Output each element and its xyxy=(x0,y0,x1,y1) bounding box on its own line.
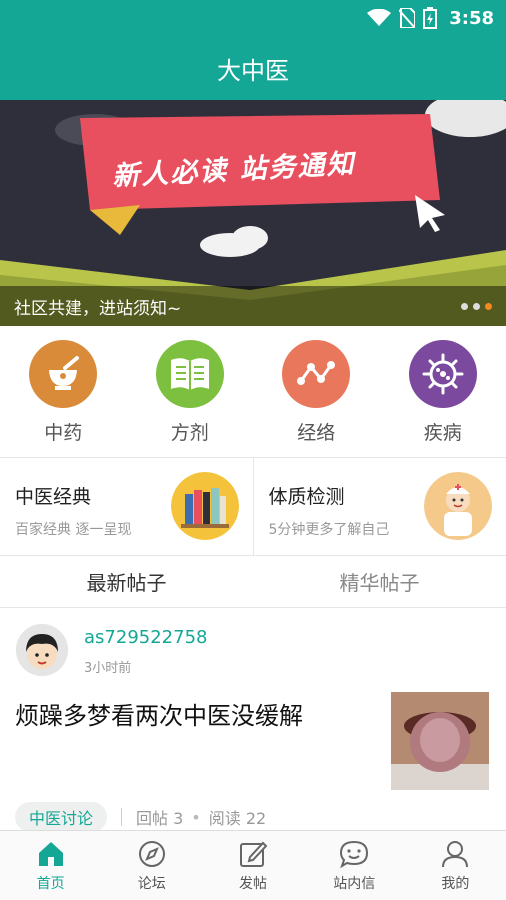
category-label: 疾病 xyxy=(423,422,462,444)
book-icon xyxy=(155,340,224,408)
category-herbs[interactable]: 中药 xyxy=(0,326,127,457)
post-thumbnail[interactable] xyxy=(391,692,489,790)
post-item[interactable]: as729522758 3小时前 烦躁多梦看两次中医没缓解 中医讨论 回帖 3 … xyxy=(0,608,506,832)
category-label: 中药 xyxy=(44,422,83,444)
wifi-icon xyxy=(367,9,392,26)
category-diseases[interactable]: 疾病 xyxy=(380,326,506,457)
post-title[interactable]: 烦躁多梦看两次中医没缓解 xyxy=(15,696,303,731)
category-label: 经络 xyxy=(297,422,336,444)
app-bar: 大中医 xyxy=(0,36,506,100)
nav-home[interactable]: 首页 xyxy=(0,831,101,900)
status-bar: 3:58 xyxy=(0,0,506,36)
tab-latest-posts[interactable]: 最新帖子 xyxy=(0,556,253,607)
post-time: 3小时前 xyxy=(84,661,132,676)
post-replies: 回帖 3 xyxy=(136,809,184,828)
post-author[interactable]: as729522758 xyxy=(84,627,207,648)
nav-label: 我的 xyxy=(441,876,470,892)
category-label: 方剂 xyxy=(170,422,209,444)
feature-classics-card[interactable]: 中医经典 百家经典 逐一呈现 xyxy=(0,458,253,555)
carousel-dot-active[interactable] xyxy=(485,302,492,310)
nav-label: 站内信 xyxy=(333,876,376,892)
mortar-icon xyxy=(29,340,98,408)
profile-icon xyxy=(442,841,469,868)
nav-forum[interactable]: 论坛 xyxy=(101,831,202,900)
category-prescriptions[interactable]: 方剂 xyxy=(127,326,254,457)
banner-caption: 社区共建，进站须知~ xyxy=(14,298,182,319)
no-sim-icon xyxy=(399,8,416,28)
nav-profile[interactable]: 我的 xyxy=(405,831,506,900)
post-reads: 阅读 22 xyxy=(208,809,267,828)
carousel-dot[interactable] xyxy=(473,302,480,310)
page-title: 大中医 xyxy=(217,56,289,85)
feature-row: 中医经典 百家经典 逐一呈现 体质检测 5分钟更多了解自己 xyxy=(0,458,506,556)
tab-featured-posts[interactable]: 精华帖子 xyxy=(253,556,506,607)
post-meta: 中医讨论 回帖 3 • 阅读 22 xyxy=(15,802,266,832)
banner-caption-bar: 社区共建，进站须知~ xyxy=(0,286,506,326)
status-time: 3:58 xyxy=(449,7,494,29)
compose-icon xyxy=(240,841,268,867)
carousel-dots xyxy=(461,302,492,310)
nav-compose[interactable]: 发帖 xyxy=(202,831,303,900)
nav-label: 首页 xyxy=(36,876,65,892)
meta-divider xyxy=(121,808,123,826)
post-tabs: 最新帖子 精华帖子 xyxy=(0,556,506,608)
bottom-nav: 首页 论坛 发帖 站内信 我的 xyxy=(0,830,506,900)
compass-icon xyxy=(138,841,165,867)
message-icon xyxy=(340,840,369,869)
books-icon xyxy=(170,472,239,540)
feature-constitution-card[interactable]: 体质检测 5分钟更多了解自己 xyxy=(252,458,506,555)
carousel-dot[interactable] xyxy=(461,302,468,310)
avatar[interactable] xyxy=(16,624,68,676)
post-tag[interactable]: 中医讨论 xyxy=(15,802,108,832)
category-meridians[interactable]: 经络 xyxy=(253,326,380,457)
nav-label: 论坛 xyxy=(137,876,166,892)
banner-carousel[interactable]: 新人必读 站务通知 社区共建，进站须知~ xyxy=(0,100,506,326)
battery-charging-icon xyxy=(423,7,438,29)
doctor-icon xyxy=(424,472,492,540)
home-icon xyxy=(38,842,63,866)
category-grid: 中药 方剂 经络 疾病 xyxy=(0,326,506,458)
meta-bullet: • xyxy=(191,807,201,827)
meridian-icon xyxy=(282,340,351,408)
nav-label: 发帖 xyxy=(239,876,267,892)
nav-messages[interactable]: 站内信 xyxy=(304,831,405,900)
virus-icon xyxy=(408,340,477,408)
